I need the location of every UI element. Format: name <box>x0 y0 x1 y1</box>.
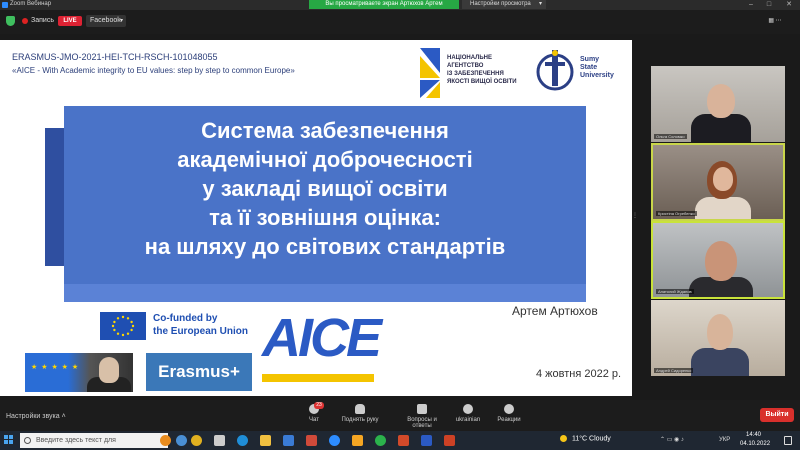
gallery-resize-handle[interactable]: ⋮ <box>632 212 638 226</box>
store-icon[interactable] <box>283 435 294 446</box>
slide-title: Система забезпечення академічної доброче… <box>144 118 506 259</box>
notification-icon[interactable] <box>784 436 792 445</box>
hand-icon <box>355 404 365 414</box>
window-title: Zoom Вебинар <box>10 1 52 7</box>
presentation-date: 4 жовтня 2022 р. <box>536 368 622 380</box>
interpretation-label: ukrainian <box>455 417 481 423</box>
search-icon <box>24 437 31 444</box>
chat-unread-badge: 23 <box>314 402 324 409</box>
clock-time[interactable]: 14:40 <box>746 432 761 438</box>
minimize-button[interactable]: – <box>744 0 758 10</box>
jean-monnet-photo: ★ ★ ★ ★ ★ <box>25 353 133 392</box>
screen-share-banner: Вы просматриваете экран Артюхов Артем <box>309 0 459 9</box>
word-icon[interactable] <box>421 435 432 446</box>
raise-hand-label: Поднять руку <box>341 417 379 423</box>
interpretation-button[interactable]: ukrainian <box>450 404 486 423</box>
maximize-button[interactable]: □ <box>762 0 776 10</box>
nazyavo-logo-icon <box>420 48 440 98</box>
audio-settings-label: Настройки звука <box>6 413 60 420</box>
audio-settings-button[interactable]: Настройки звука ˄ <box>6 413 66 420</box>
shared-slide: ERASMUS-JMO-2021-HEI-TCH-RSCH-101048055 … <box>0 40 632 396</box>
aice-logo: AICE <box>262 308 382 390</box>
edge-icon[interactable] <box>237 435 248 446</box>
aice-logo-text: AICE <box>262 308 382 368</box>
leave-button[interactable]: Выйти <box>760 408 794 422</box>
participant-tile[interactable]: Ольга Соломко <box>651 66 785 142</box>
title-box-shadow <box>64 284 586 302</box>
taskbar-app-icon[interactable] <box>191 435 202 446</box>
record-icon <box>22 18 28 24</box>
zoom-logo-icon <box>2 2 8 8</box>
eu-stars-icon: ★ ★ ★ ★ ★ <box>31 364 80 371</box>
app-icon[interactable] <box>306 435 317 446</box>
sumy-university-text: Sumy State University <box>580 56 614 79</box>
smiley-icon <box>504 404 514 414</box>
search-placeholder: Введите здесь текст для <box>36 437 116 444</box>
chevron-down-icon: ▾ <box>119 18 123 24</box>
project-title: «AICE - With Academic integrity to EU va… <box>12 66 295 75</box>
view-options-label: Настройки просмотра <box>470 1 531 7</box>
nazyavo-logo-text: НАЦІОНАЛЬНЕ АГЕНТСТВО ІЗ ЗАБЕЗПЕЧЕННЯ ЯК… <box>447 55 517 85</box>
participant-name: Ольга Соломко <box>654 134 687 139</box>
clock-date[interactable]: 04.10.2022 <box>740 441 770 447</box>
participant-tile[interactable]: Андрей Сидоренко <box>651 300 785 376</box>
close-button[interactable]: ✕ <box>782 0 796 10</box>
taskbar-search-input[interactable]: Введите здесь текст для <box>20 433 168 448</box>
sumy-university-logo-icon <box>536 50 574 91</box>
facebook-label: Facebook <box>90 17 121 24</box>
taskbar-app-icon[interactable] <box>176 435 187 446</box>
qa-label: Вопросы и ответы <box>407 417 437 429</box>
app-icon[interactable] <box>352 435 363 446</box>
qa-icon <box>417 404 427 414</box>
participant-name: Анатолий Жданов <box>656 289 694 294</box>
chrome-icon[interactable] <box>375 435 386 446</box>
eu-flag-icon <box>100 312 146 340</box>
reactions-label: Реакции <box>497 417 521 423</box>
live-badge[interactable]: LIVE <box>58 16 82 26</box>
chevron-down-icon: ▾ <box>538 1 542 7</box>
task-view-icon[interactable] <box>214 435 225 446</box>
gallery-view-button[interactable]: ▦ ⋯ <box>756 16 794 26</box>
chevron-up-icon: ˄ <box>61 413 66 420</box>
zoom-taskbar-icon[interactable] <box>329 435 340 446</box>
participant-name: Андрей Сидоренко <box>654 368 694 373</box>
windows-start-icon[interactable] <box>4 435 14 445</box>
title-box-shadow <box>45 128 64 266</box>
system-tray[interactable]: ⌃ ▭ ◉ ♪ <box>660 436 684 443</box>
raise-hand-button[interactable]: Поднять руку <box>336 404 384 423</box>
participant-name: Кристіна Огребенко <box>656 211 697 216</box>
weather-text: 11°C Cloudy <box>571 435 611 443</box>
view-options-button[interactable]: Настройки просмотра ▾ <box>462 0 546 9</box>
weather-widget[interactable]: 11°C Cloudy <box>560 435 611 442</box>
taskbar-app-icon[interactable] <box>160 435 171 446</box>
chat-label: Чат <box>309 417 319 423</box>
reactions-button[interactable]: Реакции <box>494 404 524 423</box>
powerpoint-icon[interactable] <box>398 435 409 446</box>
pdf-icon[interactable] <box>444 435 455 446</box>
language-indicator[interactable]: УКР <box>719 437 730 443</box>
participant-tile-active-speaker[interactable]: Анатолий Жданов <box>651 221 785 299</box>
globe-icon <box>463 404 473 414</box>
qa-button[interactable]: Вопросы и ответы <box>398 404 446 429</box>
erasmus-project-code: ERASMUS-JMO-2021-HEI-TCH-RSCH-101048055 <box>12 52 218 62</box>
facebook-stream-button[interactable]: Facebook ▾ <box>86 15 126 27</box>
security-shield-icon[interactable] <box>6 16 15 26</box>
participant-tile[interactable]: Кристіна Огребенко <box>651 143 785 221</box>
file-explorer-icon[interactable] <box>260 435 271 446</box>
weather-icon <box>560 435 567 442</box>
author-name: Артем Артюхов <box>512 304 598 318</box>
erasmus-logo-text: Erasmus+ <box>158 362 240 381</box>
eu-cofunded-text: Co-funded by the European Union <box>153 313 248 337</box>
record-label[interactable]: Запись <box>31 17 54 24</box>
